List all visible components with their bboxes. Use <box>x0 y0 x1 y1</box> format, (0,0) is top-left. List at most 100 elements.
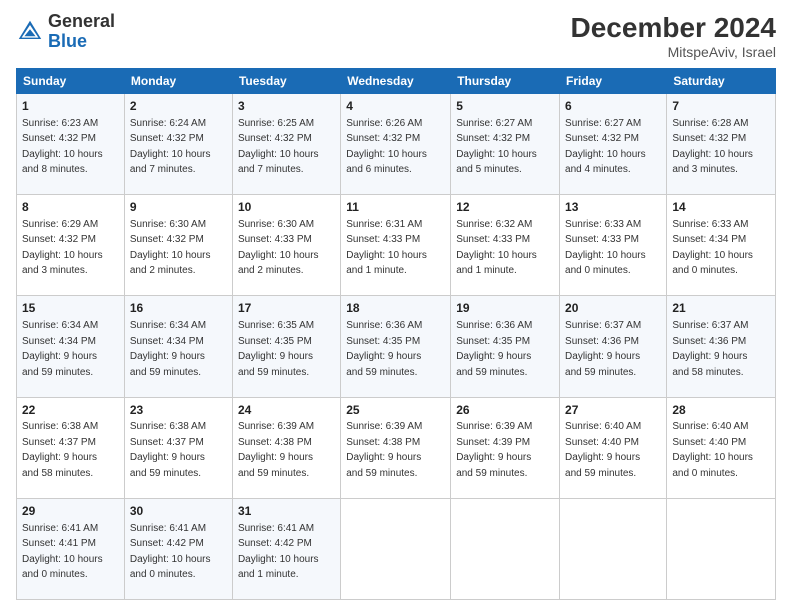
day-info: Sunrise: 6:40 AMSunset: 4:40 PMDaylight:… <box>672 421 753 479</box>
day-11: 11Sunrise: 6:31 AMSunset: 4:33 PMDayligh… <box>341 195 451 296</box>
day-15: 15Sunrise: 6:34 AMSunset: 4:34 PMDayligh… <box>17 296 125 397</box>
day-empty-4-6 <box>667 498 776 599</box>
day-info: Sunrise: 6:38 AMSunset: 4:37 PMDaylight:… <box>130 421 206 479</box>
day-num: 6 <box>565 98 661 115</box>
day-num: 29 <box>22 503 119 520</box>
day-info: Sunrise: 6:36 AMSunset: 4:35 PMDaylight:… <box>346 320 422 378</box>
day-num: 12 <box>456 199 554 216</box>
day-2: 2 Sunrise: 6:24 AMSunset: 4:32 PMDaylight… <box>124 94 232 195</box>
day-empty-4-3 <box>341 498 451 599</box>
day-info: Sunrise: 6:25 AMSunset: 4:32 PMDaylight:… <box>238 118 319 176</box>
day-num: 28 <box>672 402 770 419</box>
page-header: General Blue December 2024 MitspeAviv, I… <box>16 12 776 60</box>
day-num: 20 <box>565 300 661 317</box>
day-29: 29Sunrise: 6:41 AMSunset: 4:41 PMDayligh… <box>17 498 125 599</box>
day-num: 26 <box>456 402 554 419</box>
day-info: Sunrise: 6:30 AMSunset: 4:32 PMDaylight:… <box>130 219 211 277</box>
day-5: 5 Sunrise: 6:27 AMSunset: 4:32 PMDaylight… <box>451 94 560 195</box>
header-saturday: Saturday <box>667 69 776 94</box>
day-info: Sunrise: 6:33 AMSunset: 4:34 PMDaylight:… <box>672 219 753 277</box>
day-num: 16 <box>130 300 227 317</box>
day-info: Sunrise: 6:39 AMSunset: 4:38 PMDaylight:… <box>346 421 422 479</box>
day-num: 21 <box>672 300 770 317</box>
day-info: Sunrise: 6:29 AMSunset: 4:32 PMDaylight:… <box>22 219 103 277</box>
day-info: Sunrise: 6:28 AMSunset: 4:32 PMDaylight:… <box>672 118 753 176</box>
day-num: 10 <box>238 199 335 216</box>
day-num: 9 <box>130 199 227 216</box>
week-row-3: 15Sunrise: 6:34 AMSunset: 4:34 PMDayligh… <box>17 296 776 397</box>
day-num: 30 <box>130 503 227 520</box>
logo-general: General <box>48 12 115 32</box>
day-info: Sunrise: 6:27 AMSunset: 4:32 PMDaylight:… <box>565 118 646 176</box>
day-26: 26Sunrise: 6:39 AMSunset: 4:39 PMDayligh… <box>451 397 560 498</box>
day-3: 3 Sunrise: 6:25 AMSunset: 4:32 PMDaylight… <box>232 94 340 195</box>
day-7: 7 Sunrise: 6:28 AMSunset: 4:32 PMDaylight… <box>667 94 776 195</box>
logo: General Blue <box>16 12 115 52</box>
logo-icon <box>16 18 44 46</box>
day-info: Sunrise: 6:35 AMSunset: 4:35 PMDaylight:… <box>238 320 314 378</box>
day-16: 16Sunrise: 6:34 AMSunset: 4:34 PMDayligh… <box>124 296 232 397</box>
title-section: December 2024 MitspeAviv, Israel <box>571 12 776 60</box>
day-num: 4 <box>346 98 445 115</box>
logo-text: General Blue <box>48 12 115 52</box>
day-num: 18 <box>346 300 445 317</box>
day-num: 5 <box>456 98 554 115</box>
day-24: 24 Sunrise: 6:39 AMSunset: 4:38 PMDayligh… <box>232 397 340 498</box>
day-info: Sunrise: 6:41 AMSunset: 4:42 PMDaylight:… <box>130 523 211 581</box>
calendar-page: General Blue December 2024 MitspeAviv, I… <box>0 0 792 612</box>
day-28: 28 Sunrise: 6:40 AMSunset: 4:40 PMDayligh… <box>667 397 776 498</box>
day-info: Sunrise: 6:38 AMSunset: 4:37 PMDaylight:… <box>22 421 98 479</box>
day-10: 10Sunrise: 6:30 AMSunset: 4:33 PMDayligh… <box>232 195 340 296</box>
day-info: Sunrise: 6:39 AMSunset: 4:38 PMDaylight:… <box>238 421 314 479</box>
day-4: 4Sunrise: 6:26 AMSunset: 4:32 PMDaylight… <box>341 94 451 195</box>
day-num: 1 <box>22 98 119 115</box>
week-row-4: 22Sunrise: 6:38 AMSunset: 4:37 PMDayligh… <box>17 397 776 498</box>
day-num: 23 <box>130 402 227 419</box>
day-num: 25 <box>346 402 445 419</box>
day-info: Sunrise: 6:24 AMSunset: 4:32 PMDaylight:… <box>130 118 211 176</box>
day-14: 14 Sunrise: 6:33 AMSunset: 4:34 PMDayligh… <box>667 195 776 296</box>
day-info: Sunrise: 6:33 AMSunset: 4:33 PMDaylight:… <box>565 219 646 277</box>
day-info: Sunrise: 6:37 AMSunset: 4:36 PMDaylight:… <box>672 320 748 378</box>
day-1: 1 Sunrise: 6:23 AMSunset: 4:32 PMDaylight… <box>17 94 125 195</box>
day-6: 6 Sunrise: 6:27 AMSunset: 4:32 PMDaylight… <box>560 94 667 195</box>
week-row-5: 29Sunrise: 6:41 AMSunset: 4:41 PMDayligh… <box>17 498 776 599</box>
month-title: December 2024 <box>571 12 776 44</box>
header-row: Sunday Monday Tuesday Wednesday Thursday… <box>17 69 776 94</box>
day-30: 30 Sunrise: 6:41 AMSunset: 4:42 PMDayligh… <box>124 498 232 599</box>
day-23: 23 Sunrise: 6:38 AMSunset: 4:37 PMDayligh… <box>124 397 232 498</box>
day-info: Sunrise: 6:27 AMSunset: 4:32 PMDaylight:… <box>456 118 537 176</box>
day-13: 13 Sunrise: 6:33 AMSunset: 4:33 PMDayligh… <box>560 195 667 296</box>
day-9: 9 Sunrise: 6:30 AMSunset: 4:32 PMDaylight… <box>124 195 232 296</box>
day-12: 12Sunrise: 6:32 AMSunset: 4:33 PMDayligh… <box>451 195 560 296</box>
header-tuesday: Tuesday <box>232 69 340 94</box>
day-info: Sunrise: 6:23 AMSunset: 4:32 PMDaylight:… <box>22 118 103 176</box>
week-row-2: 8 Sunrise: 6:29 AMSunset: 4:32 PMDaylight… <box>17 195 776 296</box>
header-monday: Monday <box>124 69 232 94</box>
day-num: 13 <box>565 199 661 216</box>
day-31: 31 Sunrise: 6:41 AMSunset: 4:42 PMDayligh… <box>232 498 340 599</box>
day-num: 24 <box>238 402 335 419</box>
header-sunday: Sunday <box>17 69 125 94</box>
day-info: Sunrise: 6:41 AMSunset: 4:42 PMDaylight:… <box>238 523 319 581</box>
day-info: Sunrise: 6:36 AMSunset: 4:35 PMDaylight:… <box>456 320 532 378</box>
header-wednesday: Wednesday <box>341 69 451 94</box>
logo-blue: Blue <box>48 32 115 52</box>
day-27: 27Sunrise: 6:40 AMSunset: 4:40 PMDayligh… <box>560 397 667 498</box>
day-17: 17 Sunrise: 6:35 AMSunset: 4:35 PMDayligh… <box>232 296 340 397</box>
day-num: 31 <box>238 503 335 520</box>
day-num: 3 <box>238 98 335 115</box>
day-num: 2 <box>130 98 227 115</box>
day-num: 7 <box>672 98 770 115</box>
day-num: 14 <box>672 199 770 216</box>
day-num: 8 <box>22 199 119 216</box>
day-22: 22Sunrise: 6:38 AMSunset: 4:37 PMDayligh… <box>17 397 125 498</box>
day-num: 15 <box>22 300 119 317</box>
day-empty-4-5 <box>560 498 667 599</box>
day-19: 19Sunrise: 6:36 AMSunset: 4:35 PMDayligh… <box>451 296 560 397</box>
day-num: 11 <box>346 199 445 216</box>
location: MitspeAviv, Israel <box>571 44 776 60</box>
day-18: 18 Sunrise: 6:36 AMSunset: 4:35 PMDayligh… <box>341 296 451 397</box>
day-num: 17 <box>238 300 335 317</box>
day-8: 8 Sunrise: 6:29 AMSunset: 4:32 PMDaylight… <box>17 195 125 296</box>
